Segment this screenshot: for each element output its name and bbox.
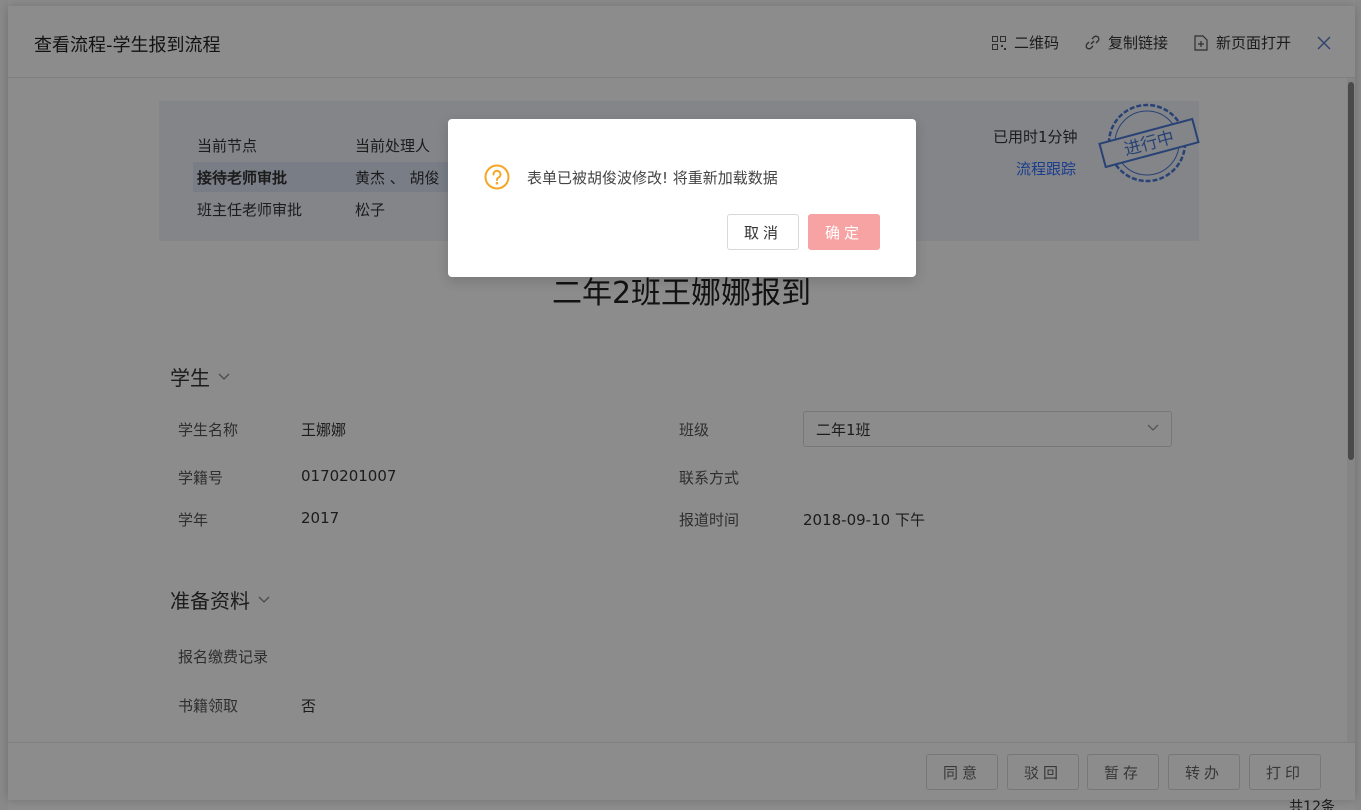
dialog-message: 表单已被胡俊波修改! 将重新加载数据	[527, 169, 778, 187]
confirm-dialog: 表单已被胡俊波修改! 将重新加载数据 取消 确定	[448, 119, 916, 277]
cancel-button[interactable]: 取消	[727, 214, 799, 250]
ok-button[interactable]: 确定	[808, 214, 880, 250]
question-icon	[484, 164, 510, 190]
